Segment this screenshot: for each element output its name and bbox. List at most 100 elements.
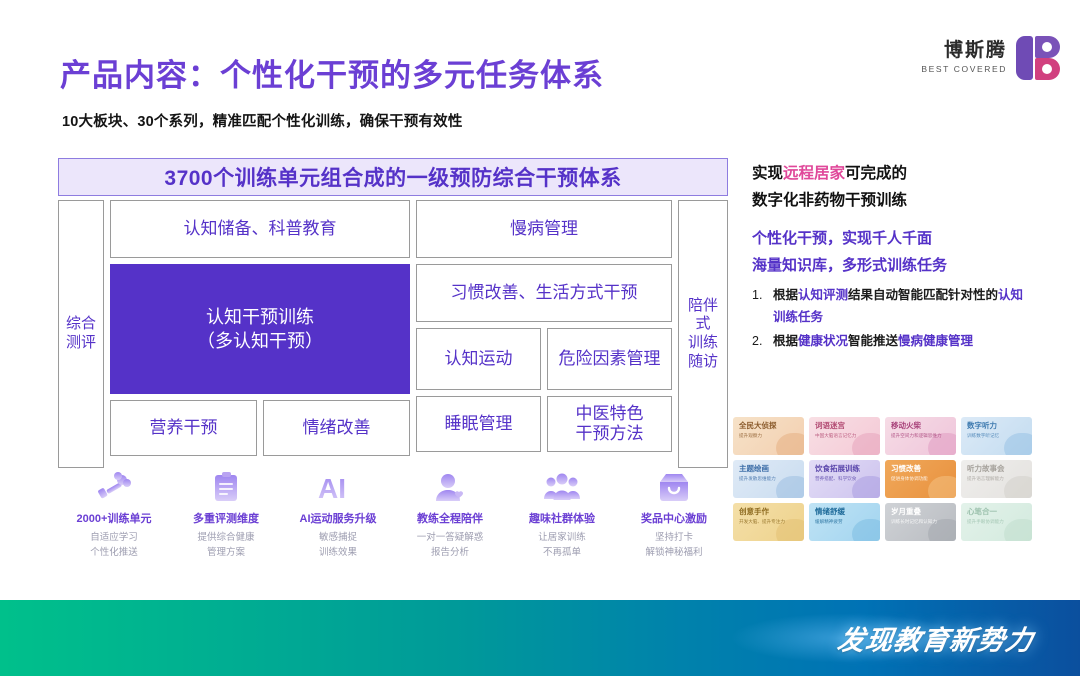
right-info-panel: 实现远程居家可完成的 数字化非药物干预训练 个性化干预，实现千人千面 海量知识库…	[752, 160, 1032, 354]
thumbnail-subtitle: 中国大脑语言记忆力	[815, 432, 857, 438]
thumbnail-subtitle: 提升空间力和逻辑思维力	[891, 432, 942, 438]
cell-cognitive-exercise[interactable]: 认知运动	[416, 328, 541, 390]
intervention-system-diagram: 3700个训练单元组合成的一级预防综合干预体系 综合 测评 认知储备、科普教育 认…	[58, 158, 728, 468]
feature-item[interactable]: 奖品中心激励坚持打卡 解锁神秘福利	[618, 468, 730, 560]
cell-emotion-improvement[interactable]: 情绪改善	[263, 400, 410, 456]
logo-text: 博斯腾 BEST COVERED	[921, 40, 1007, 75]
diagram-left-column[interactable]: 综合 测评	[58, 200, 104, 468]
community-group-icon	[506, 468, 618, 502]
cell-habit-lifestyle-intervention[interactable]: 习惯改善、生活方式干预	[416, 264, 672, 322]
feature-title: 多重评测维度	[193, 513, 259, 525]
thumbnail-subtitle: 提升观察力	[739, 432, 762, 438]
page-subtitle: 10大板块、30个系列，精准匹配个性化训练，确保干预有效性	[62, 114, 463, 130]
thumbnail-card[interactable]: 全民大侦探提升观察力	[733, 417, 804, 455]
feature-title: AI运动服务升级	[299, 513, 377, 525]
subheading-line-1: 个性化干预，实现千人千面	[752, 230, 933, 248]
heading-highlight: 远程居家	[783, 165, 846, 182]
diagram-grid: 综合 测评 认知储备、科普教育 认知干预训练 （多认知干预） 营养干预 情绪改善 慢…	[58, 200, 728, 468]
feature-item[interactable]: 教练全程陪伴 一对一答疑解惑 报告分析	[394, 468, 506, 560]
right-panel-list-item: 2. 根据健康状况智能推送慢病健康管理	[752, 331, 1032, 353]
heading-line-2: 数字化非药物干预训练	[752, 192, 908, 210]
thumbnail-card[interactable]: 主题绘画提升发散思维能力	[733, 460, 804, 498]
svg-text:AI: AI	[318, 473, 346, 502]
gift-box-icon	[618, 468, 730, 502]
list-item-text: 根据认知评测结果自动智能匹配针对性的认知训练任务	[773, 285, 1032, 329]
thumbnail-title: 数字听力	[967, 421, 997, 430]
feature-item[interactable]: 2000+训练单元自适应学习 个性化推送	[58, 468, 170, 560]
cell-nutrition-intervention[interactable]: 营养干预	[110, 400, 257, 456]
thumbnail-card[interactable]: 数字听力 训练数字听记忆	[961, 417, 1032, 455]
feature-subtitle: 提供综合健康 管理方案	[197, 532, 255, 559]
thumbnail-title: 饮食拓展训练	[815, 464, 860, 473]
feature-title: 奖品中心激励	[641, 513, 707, 525]
thumbnail-card[interactable]: 习惯改善促进身体协调功能	[885, 460, 956, 498]
thumbnail-subtitle: 提升语言理解能力	[967, 475, 1004, 481]
coach-person-icon	[394, 468, 506, 502]
feature-subtitle: 自适应学习 个性化推送	[90, 532, 138, 559]
thumbnail-title: 习惯改善	[891, 464, 921, 473]
thumbnail-title: 移动火柴	[891, 421, 921, 430]
cell-tcm-intervention-methods[interactable]: 中医特色 干预方法	[547, 396, 672, 452]
feature-title: 趣味社群体验	[529, 513, 595, 525]
list-item-number: 1.	[752, 287, 763, 302]
feature-item[interactable]: AI AI运动服务升级敏感捕捉 训练效果	[282, 468, 394, 560]
dumbbell-icon	[58, 468, 170, 502]
thumbnail-title: 创意手作	[739, 507, 769, 516]
right-panel-subheading: 个性化干预，实现千人千面 海量知识库，多形式训练任务	[752, 226, 1032, 279]
thumbnail-subtitle: 缓解精神疲劳	[815, 518, 843, 524]
thumbnail-title: 词语迷宫	[815, 421, 845, 430]
thumbnail-card[interactable]: 听力故事会提升语言理解能力	[961, 460, 1032, 498]
thumbnail-subtitle: 提升发散思维能力	[739, 475, 776, 481]
list-item-highlight: 慢病健康管理	[898, 333, 974, 348]
logo-english-name: BEST COVERED	[921, 64, 1007, 75]
thumbnail-subtitle: 开发大脑、提升专注力	[739, 518, 785, 524]
thumbnail-row: 创意手作 开发大脑、提升专注力 情绪舒缓 缓解精神疲劳 岁月重叠 训练长时记忆和认知力 心笔…	[733, 503, 1033, 541]
cell-cognitive-intervention-training[interactable]: 认知干预训练 （多认知干预）	[110, 264, 410, 394]
cell-chronic-disease-management[interactable]: 慢病管理	[416, 200, 672, 258]
diagram-right-column[interactable]: 陪伴式训练 随访	[678, 200, 728, 468]
feature-subtitle: 让居家训练 不再孤单	[538, 532, 586, 559]
thumbnail-card[interactable]: 移动火柴提升空间力和逻辑思维力	[885, 417, 956, 455]
thumbnail-card[interactable]: 饮食拓展训练 营养搭配、科学饮食	[809, 460, 880, 498]
thumbnail-title: 主题绘画	[739, 464, 769, 473]
thumbnail-card[interactable]: 情绪舒缓缓解精神疲劳	[809, 503, 880, 541]
thumbnail-title: 岁月重叠	[891, 507, 921, 516]
logo-mark-icon	[1016, 36, 1060, 80]
diagram-banner: 3700个训练单元组合成的一级预防综合干预体系	[58, 158, 728, 196]
thumbnail-row: 主题绘画 提升发散思维能力 饮食拓展训练 营养搭配、科学饮食 习惯改善 促进身体协调功能听…	[733, 460, 1033, 498]
thumbnail-card[interactable]: 词语迷宫中国大脑语言记忆力	[809, 417, 880, 455]
thumbnail-subtitle: 营养搭配、科学饮食	[815, 475, 857, 481]
cell-cognitive-reserve[interactable]: 认知储备、科普教育	[110, 200, 410, 258]
feature-item[interactable]: 趣味社群体验让居家训练 不再孤单	[506, 468, 618, 560]
feature-item[interactable]: 多重评测维度提供综合健康 管理方案	[170, 468, 282, 560]
ai-icon: AI	[282, 468, 394, 502]
feature-title: 教练全程陪伴	[417, 513, 483, 525]
page-footer: 发现教育新势力	[0, 600, 1080, 676]
footer-slogan: 发现教育新势力	[835, 625, 1036, 656]
subheading-line-2: 海量知识库，多形式训练任务	[752, 256, 948, 274]
cell-sleep-management[interactable]: 睡眠管理	[416, 396, 541, 452]
thumbnail-title: 全民大侦探	[739, 421, 777, 430]
feature-subtitle: 敏感捕捉 训练效果	[318, 532, 357, 559]
list-item-number: 2.	[752, 333, 763, 348]
cell-risk-factor-management[interactable]: 危险因素管理	[547, 328, 672, 390]
thumbnail-subtitle: 促进身体协调功能	[891, 475, 928, 481]
thumbnail-title: 听力故事会	[967, 464, 1005, 473]
thumbnail-title: 情绪舒缓	[815, 507, 845, 516]
list-item-plain: 结果自动智能匹配针对性的	[848, 287, 999, 302]
feature-subtitle: 坚持打卡 解锁神秘福利	[645, 532, 703, 559]
heading-part-1: 实现	[752, 165, 784, 182]
list-item-plain: 根据	[773, 333, 799, 348]
list-item-highlight: 健康状况	[798, 333, 849, 348]
feature-highlights: 2000+训练单元 自适应学习 个性化推送 多重评测维度 提供综合健康 管理方案 AI A…	[58, 468, 730, 560]
thumbnail-row: 全民大侦探 提升观察力 词语迷宫 中国大脑语言记忆力 移动火柴 提升空间力和逻辑思维力 数字…	[733, 417, 1033, 455]
thumbnail-card[interactable]: 心笔合一 提升手眼协调能力	[961, 503, 1032, 541]
thumbnail-card[interactable]: 岁月重叠训练长时记忆和认知力	[885, 503, 956, 541]
page-title: 产品内容：个性化干预的多元任务体系	[60, 58, 604, 93]
list-item-text: 根据健康状况智能推送慢病健康管理	[773, 331, 1032, 353]
thumbnail-subtitle: 训练长时记忆和认知力	[891, 518, 937, 524]
right-panel-list-item: 1. 根据认知评测结果自动智能匹配针对性的认知训练任务	[752, 285, 1032, 329]
thumbnail-card[interactable]: 创意手作开发大脑、提升专注力	[733, 503, 804, 541]
logo-chinese-name: 博斯腾	[943, 40, 1007, 62]
feature-title: 2000+训练单元	[76, 513, 152, 525]
